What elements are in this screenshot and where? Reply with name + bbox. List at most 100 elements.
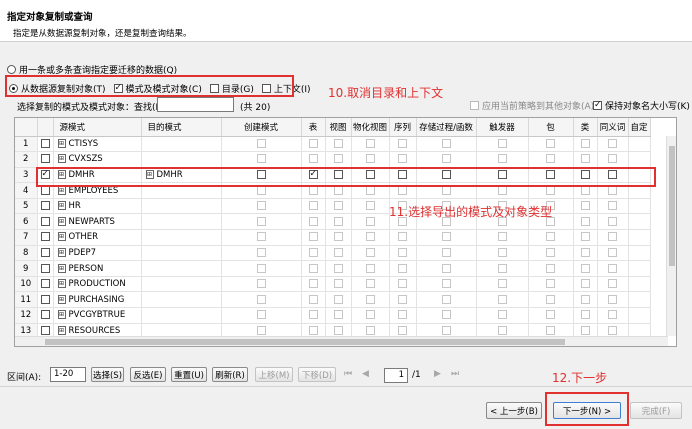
mview-checkbox-cell[interactable]: [351, 291, 390, 309]
synonym-checkbox[interactable]: [608, 232, 617, 242]
mview-checkbox-cell[interactable]: [351, 260, 390, 277]
row-checkbox-cell[interactable]: [37, 151, 54, 168]
row-checkbox[interactable]: [40, 138, 50, 148]
view-checkbox-cell[interactable]: [325, 136, 352, 153]
table-checkbox[interactable]: [308, 263, 318, 273]
procedure-checkbox-cell[interactable]: [416, 136, 477, 153]
sequence-checkbox[interactable]: [398, 232, 407, 242]
procedure-checkbox-cell[interactable]: [416, 245, 477, 262]
trigger-checkbox[interactable]: [497, 232, 507, 242]
table-checkbox-cell[interactable]: [301, 229, 326, 246]
class-checkbox[interactable]: [580, 138, 590, 148]
table-row[interactable]: 11 ⊞ PURCHASING: [15, 291, 651, 309]
header-table[interactable]: 表: [301, 118, 326, 137]
view-checkbox[interactable]: [333, 138, 343, 148]
create-checkbox[interactable]: [256, 216, 266, 226]
view-checkbox[interactable]: [333, 232, 343, 242]
view-checkbox-cell[interactable]: [325, 245, 352, 262]
table-checkbox-cell[interactable]: [301, 136, 326, 153]
view-checkbox[interactable]: [333, 247, 343, 257]
view-checkbox-cell[interactable]: [325, 260, 352, 277]
select-button[interactable]: 选择(S): [91, 367, 124, 382]
synonym-checkbox-cell[interactable]: [597, 151, 629, 168]
view-checkbox[interactable]: [333, 154, 343, 164]
synonym-checkbox[interactable]: [608, 201, 617, 211]
reset-button[interactable]: 重置(U): [171, 367, 207, 382]
source-schema-cell[interactable]: ⊞ HR: [53, 198, 142, 215]
trigger-checkbox-cell[interactable]: [476, 291, 529, 309]
table-checkbox-cell[interactable]: [301, 151, 326, 168]
trigger-checkbox[interactable]: [497, 310, 507, 320]
row-checkbox-cell[interactable]: [37, 245, 54, 262]
move-down-button[interactable]: 下移(D): [298, 367, 336, 382]
trigger-checkbox[interactable]: [497, 279, 507, 289]
sequence-checkbox[interactable]: [398, 310, 407, 320]
row-checkbox[interactable]: [40, 201, 50, 211]
mview-checkbox[interactable]: [365, 263, 375, 273]
create-checkbox-cell[interactable]: [221, 307, 302, 324]
create-checkbox[interactable]: [256, 263, 266, 273]
table-checkbox[interactable]: [308, 216, 318, 226]
source-schema-cell[interactable]: ⊞ PVCGYBTRUE: [53, 307, 142, 324]
table-row[interactable]: 7 ⊞ OTHER: [15, 229, 651, 246]
package-checkbox[interactable]: [546, 294, 555, 304]
row-checkbox[interactable]: [40, 247, 50, 257]
source-schema-cell[interactable]: ⊞ CTISYS: [53, 136, 142, 153]
header-trigger[interactable]: 触发器: [476, 118, 529, 137]
class-checkbox[interactable]: [580, 294, 590, 304]
mview-checkbox-cell[interactable]: [351, 276, 390, 293]
synonym-checkbox[interactable]: [608, 279, 617, 289]
class-checkbox-cell[interactable]: [573, 213, 598, 231]
view-checkbox[interactable]: [333, 216, 343, 226]
table-checkbox[interactable]: [308, 325, 318, 335]
row-checkbox-cell[interactable]: [37, 198, 54, 215]
row-checkbox-cell[interactable]: [37, 276, 54, 293]
create-checkbox[interactable]: [256, 325, 266, 335]
sequence-checkbox-cell[interactable]: [389, 291, 417, 309]
page-input[interactable]: 1: [384, 368, 408, 383]
dest-schema-cell[interactable]: [141, 151, 222, 168]
package-checkbox-cell[interactable]: [528, 260, 574, 277]
create-checkbox-cell[interactable]: [221, 276, 302, 293]
synonym-checkbox-cell[interactable]: [597, 198, 629, 215]
sequence-checkbox[interactable]: [398, 325, 407, 335]
package-checkbox[interactable]: [546, 263, 555, 273]
row-checkbox-cell[interactable]: [37, 307, 54, 324]
trigger-checkbox-cell[interactable]: [476, 260, 529, 277]
class-checkbox[interactable]: [580, 201, 590, 211]
mview-checkbox[interactable]: [365, 232, 375, 242]
table-checkbox-cell[interactable]: [301, 245, 326, 262]
package-checkbox[interactable]: [546, 279, 555, 289]
row-checkbox[interactable]: [40, 232, 50, 242]
synonym-checkbox-cell[interactable]: [597, 276, 629, 293]
class-checkbox[interactable]: [580, 216, 590, 226]
create-checkbox-cell[interactable]: [221, 245, 302, 262]
row-checkbox-cell[interactable]: [37, 260, 54, 277]
create-checkbox[interactable]: [256, 294, 266, 304]
procedure-checkbox-cell[interactable]: [416, 307, 477, 324]
create-checkbox-cell[interactable]: [221, 136, 302, 153]
package-checkbox-cell[interactable]: [528, 291, 574, 309]
view-checkbox-cell[interactable]: [325, 213, 352, 231]
keep-case-checkbox[interactable]: [593, 99, 602, 111]
mview-checkbox-cell[interactable]: [351, 198, 390, 215]
dest-schema-cell[interactable]: [141, 307, 222, 324]
source-schema-cell[interactable]: ⊞ CVXSZS: [53, 151, 142, 168]
trigger-checkbox[interactable]: [497, 154, 507, 164]
synonym-checkbox-cell[interactable]: [597, 136, 629, 153]
sequence-checkbox[interactable]: [398, 138, 407, 148]
table-checkbox[interactable]: [308, 310, 318, 320]
create-checkbox[interactable]: [256, 247, 266, 257]
mview-checkbox[interactable]: [365, 247, 375, 257]
table-checkbox[interactable]: [308, 294, 318, 304]
view-checkbox-cell[interactable]: [325, 291, 352, 309]
source-schema-cell[interactable]: ⊞ PDEP7: [53, 245, 142, 262]
view-checkbox[interactable]: [333, 201, 343, 211]
table-row[interactable]: 10 ⊞ PRODUCTION: [15, 276, 651, 293]
trigger-checkbox[interactable]: [497, 294, 507, 304]
trigger-checkbox-cell[interactable]: [476, 151, 529, 168]
synonym-checkbox[interactable]: [608, 216, 617, 226]
sequence-checkbox-cell[interactable]: [389, 260, 417, 277]
row-checkbox[interactable]: [40, 325, 50, 335]
package-checkbox[interactable]: [546, 247, 555, 257]
